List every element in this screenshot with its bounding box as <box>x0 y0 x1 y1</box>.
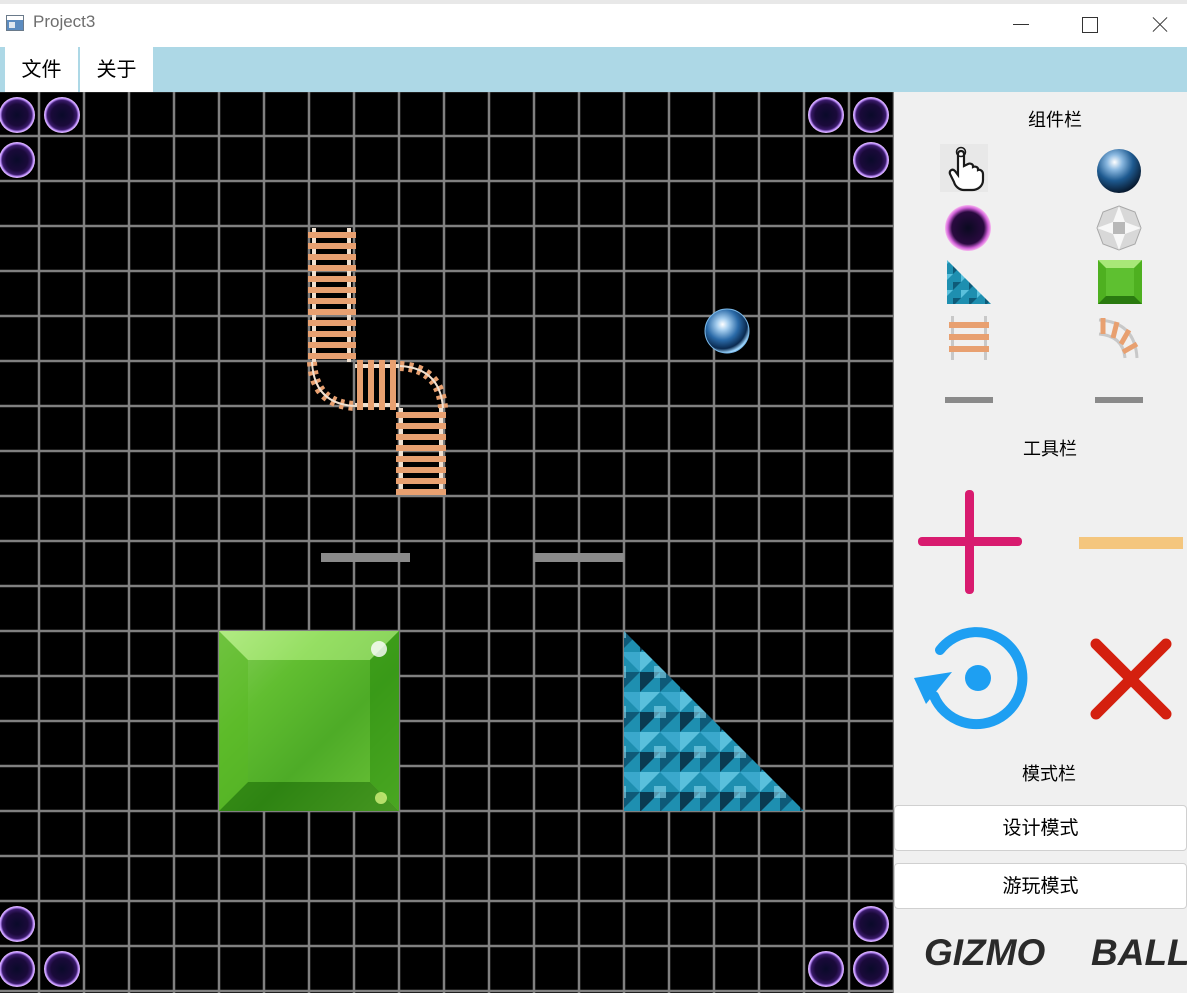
zoom-in-icon[interactable] <box>918 490 1022 594</box>
game-board[interactable] <box>0 92 894 993</box>
square-gizmo <box>219 631 399 811</box>
curved-track <box>307 361 356 411</box>
absorber <box>853 97 889 133</box>
ball <box>704 308 750 354</box>
track-tie <box>396 467 446 473</box>
track-tie <box>308 265 356 271</box>
board-canvas[interactable] <box>0 92 894 993</box>
absorber <box>808 97 844 133</box>
board-grid <box>0 92 894 993</box>
absorber <box>0 97 35 133</box>
menu-file[interactable]: 文件 <box>5 47 78 92</box>
tools-title: 工具栏 <box>1023 439 1077 460</box>
window-title: Project3 <box>33 12 96 31</box>
app-icon <box>6 15 24 31</box>
absorber <box>853 142 889 178</box>
track-tie <box>396 489 446 495</box>
track-tie <box>308 254 356 260</box>
track-tie <box>396 423 446 429</box>
track-tie <box>396 478 446 484</box>
track-tie <box>308 232 356 238</box>
track-tie <box>308 320 356 326</box>
absorber <box>0 906 35 942</box>
left-flipper <box>321 553 410 562</box>
track-tie <box>396 434 446 440</box>
components-title: 组件栏 <box>1028 110 1082 131</box>
rotate-icon[interactable] <box>912 626 1030 730</box>
track-tie <box>308 287 356 293</box>
track-tie <box>379 360 385 410</box>
ball-icon[interactable] <box>1095 147 1143 195</box>
track-tie <box>368 360 374 410</box>
delete-icon[interactable] <box>1090 638 1172 720</box>
diamond-icon[interactable] <box>1095 204 1143 252</box>
brand-ball: BALL <box>1091 932 1187 973</box>
curved-track-icon[interactable] <box>1095 314 1143 362</box>
track-tie <box>308 331 356 337</box>
modes-title: 模式栏 <box>1022 764 1076 785</box>
absorber <box>853 906 889 942</box>
absorber-icon[interactable] <box>944 204 992 252</box>
track-tie <box>308 309 356 315</box>
minimize-button[interactable] <box>1003 8 1039 40</box>
absorber <box>808 951 844 987</box>
brand-gizmo: GIZMO <box>924 932 1046 973</box>
track-tie <box>396 456 446 462</box>
track-tie <box>308 276 356 282</box>
straight-track-icon[interactable] <box>945 314 993 362</box>
absorber <box>44 951 80 987</box>
triangle-icon[interactable] <box>945 258 993 306</box>
square-icon[interactable] <box>1096 258 1144 306</box>
track-tie <box>357 360 363 410</box>
hand-icon[interactable] <box>940 144 988 192</box>
zoom-out-icon[interactable] <box>1079 535 1183 549</box>
absorber <box>44 97 80 133</box>
design-mode-button[interactable]: 设计模式 <box>894 805 1187 851</box>
left-flipper-icon[interactable] <box>945 376 993 424</box>
track-tie <box>308 298 356 304</box>
side-panel: 组件栏 工具栏 模式栏 设计模式 游玩模式 GIZMO BALL <box>894 92 1187 993</box>
menu-bar: 文件 关于 <box>0 47 1187 92</box>
menu-about[interactable]: 关于 <box>80 47 153 92</box>
maximize-button[interactable] <box>1071 8 1107 40</box>
close-button[interactable] <box>1141 8 1177 40</box>
absorber <box>853 951 889 987</box>
absorber <box>0 142 35 178</box>
background-window-strip <box>0 0 1187 4</box>
absorber <box>0 951 35 987</box>
track-tie <box>308 353 356 359</box>
right-flipper-icon[interactable] <box>1095 376 1143 424</box>
track-tie <box>396 445 446 451</box>
track-tie <box>396 412 446 418</box>
right-flipper <box>534 553 624 562</box>
track-tie <box>308 342 356 348</box>
track-tie <box>390 360 396 410</box>
track-tie <box>308 243 356 249</box>
title-bar: Project3 <box>0 0 1187 47</box>
play-mode-button[interactable]: 游玩模式 <box>894 863 1187 909</box>
